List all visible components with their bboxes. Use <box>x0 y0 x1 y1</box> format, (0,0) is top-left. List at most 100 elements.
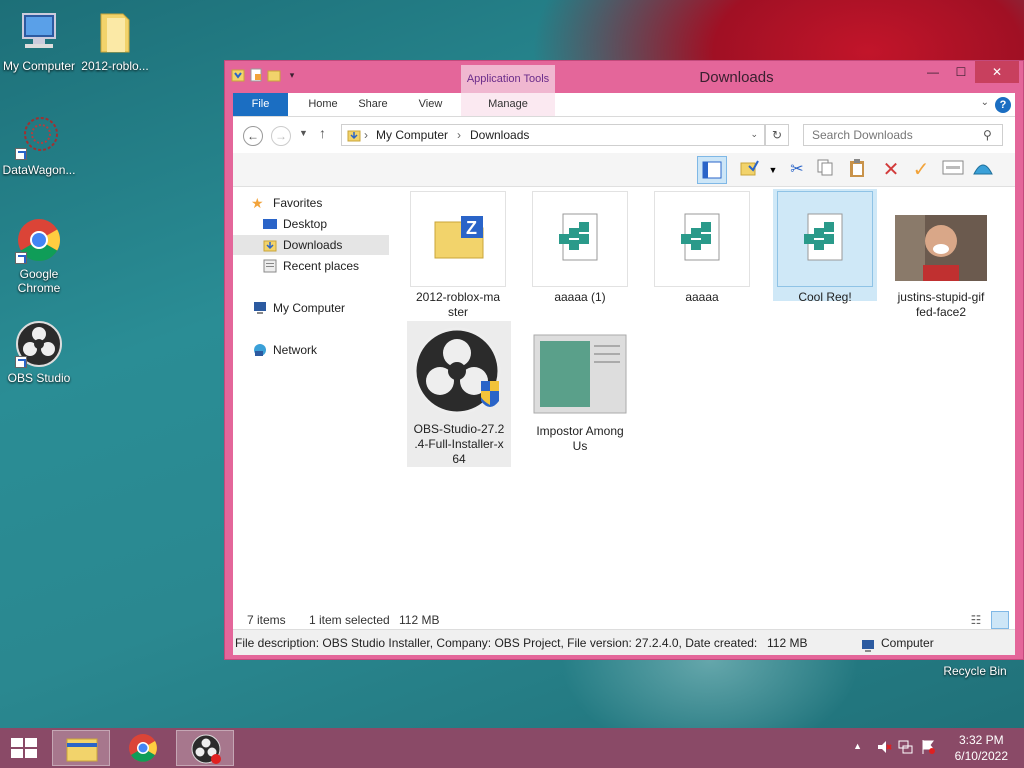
file-item[interactable]: justins-stupid-gif fed-face2 <box>893 191 989 320</box>
close-button[interactable]: ✕ <box>975 61 1019 83</box>
photo-thumbnail <box>893 191 989 287</box>
search-input[interactable]: Search Downloads <box>803 124 1003 146</box>
svg-text:Z: Z <box>466 218 477 238</box>
maximize-button[interactable]: ☐ <box>947 61 975 83</box>
computer-icon <box>253 301 267 315</box>
rename-check-icon[interactable]: ✓ <box>909 158 933 182</box>
details-view-icon[interactable]: ☷ <box>967 611 985 629</box>
up-button[interactable]: ↑ <box>319 125 326 141</box>
large-icons-view-icon[interactable] <box>991 611 1009 629</box>
title-bar[interactable]: ▾ Application Tools Downloads — ☐ ✕ <box>225 61 1023 93</box>
action-center-icon[interactable] <box>920 739 936 758</box>
window-title: Downloads <box>699 69 774 86</box>
shell-icon[interactable] <box>971 158 995 182</box>
nav-network[interactable]: Network <box>233 340 389 360</box>
preview-pane-icon[interactable] <box>697 156 727 184</box>
tab-file[interactable]: File <box>233 93 288 116</box>
tab-manage[interactable]: Manage <box>461 93 555 116</box>
file-size: 112 MB <box>767 636 808 650</box>
show-hidden-icons-button[interactable]: ▲ <box>853 741 862 751</box>
selection-size: 112 MB <box>399 613 440 627</box>
taskbar-chrome[interactable] <box>114 730 172 766</box>
shortcut-arrow-icon <box>15 148 27 160</box>
desktop-icon-label: DataWagon... <box>2 163 76 177</box>
forward-button[interactable]: → <box>271 126 291 146</box>
minimize-button[interactable]: — <box>919 61 947 83</box>
folder-options-icon[interactable] <box>737 158 761 182</box>
nav-my-computer[interactable]: My Computer <box>233 298 389 318</box>
file-name: aaaaa (1) <box>554 290 606 304</box>
file-list: Z 2012-roblox-ma ster aaaaa (1) aaaaa Co… <box>393 187 1015 597</box>
navigation-pane: ★ Favorites Desktop Downloads Recent pla… <box>233 187 393 597</box>
clock[interactable]: 3:32 PM 6/10/2022 <box>955 732 1008 764</box>
breadcrumb-separator-icon: › <box>364 128 368 142</box>
nav-label: Recent places <box>283 259 360 273</box>
file-item[interactable]: Impostor Among Us <box>532 325 628 454</box>
desktop-icon-label: 2012-roblo... <box>81 59 149 73</box>
refresh-button[interactable]: ↻ <box>765 124 789 146</box>
recent-locations-icon[interactable]: ▼ <box>299 128 308 138</box>
address-dropdown-icon[interactable]: ⌄ <box>750 129 758 140</box>
shortcut-arrow-icon <box>15 252 27 264</box>
obs-icon <box>15 320 63 368</box>
taskbar-obs-studio[interactable] <box>176 730 234 766</box>
back-button[interactable]: ← <box>243 126 263 146</box>
file-name: 64 <box>452 452 466 466</box>
chrome-icon <box>15 216 63 264</box>
dropdown-icon[interactable]: ▼ <box>761 158 785 182</box>
clock-date: 6/10/2022 <box>954 749 1008 763</box>
desktop-icon-recycle-bin[interactable]: Recycle Bin <box>936 664 1014 678</box>
file-item[interactable]: aaaaa (1) <box>532 191 628 305</box>
file-item[interactable]: OBS-Studio-27.2 .4-Full-Installer-x 64 <box>407 321 511 467</box>
delete-icon[interactable]: ✕ <box>879 158 903 182</box>
file-item[interactable]: Z 2012-roblox-ma ster <box>410 191 506 320</box>
clock-time: 3:32 PM <box>958 733 1004 747</box>
file-name: 2012-roblox-ma <box>415 290 501 304</box>
volume-muted-icon[interactable] <box>876 739 892 758</box>
datawagon-icon <box>15 112 63 160</box>
ribbon-tabs: File Home Share View Manage ⌄ ? <box>233 93 1015 117</box>
nav-label: Network <box>273 343 318 357</box>
tab-share[interactable]: Share <box>353 93 393 116</box>
breadcrumb-downloads[interactable]: Downloads <box>470 128 529 142</box>
explorer-window: ▾ Application Tools Downloads — ☐ ✕ File… <box>224 60 1024 660</box>
paste-icon[interactable] <box>845 158 869 182</box>
nav-downloads[interactable]: Downloads <box>233 235 389 255</box>
tab-home[interactable]: Home <box>293 93 353 116</box>
obs-installer-icon <box>411 323 507 419</box>
star-icon: ★ <box>251 195 264 211</box>
recent-places-icon <box>263 259 277 273</box>
desktop-icon-google-chrome[interactable]: Google Chrome <box>0 216 78 295</box>
breadcrumb-separator-icon: › <box>457 128 461 142</box>
properties-window-icon[interactable] <box>941 158 965 182</box>
taskbar-file-explorer[interactable] <box>52 730 110 766</box>
desktop-icon-datawagon[interactable]: DataWagon... <box>0 112 78 177</box>
tab-view[interactable]: View <box>408 93 453 116</box>
desktop-icon <box>263 217 277 231</box>
network-status-icon[interactable] <box>898 739 914 758</box>
nav-desktop[interactable]: Desktop <box>233 214 389 234</box>
desktop-icon-2012-roblox[interactable]: 2012-roblo... <box>76 8 154 73</box>
search-icon: ⚲ <box>983 128 992 142</box>
downloads-folder-icon <box>347 128 361 145</box>
start-button[interactable] <box>0 730 48 766</box>
expand-ribbon-icon[interactable]: ⌄ <box>981 97 989 108</box>
file-item-selected[interactable]: Cool Reg! <box>773 189 877 304</box>
details-bar: File description: OBS Studio Installer, … <box>233 629 1015 655</box>
location-label: Computer <box>881 636 934 650</box>
cut-icon[interactable]: ✂ <box>785 158 809 182</box>
address-field[interactable]: › My Computer › Downloads ⌄ <box>341 124 765 146</box>
help-button[interactable]: ? <box>995 97 1011 113</box>
file-name: Impostor Among <box>536 424 624 438</box>
copy-icon[interactable] <box>813 158 837 182</box>
item-count: 7 items <box>247 613 286 627</box>
file-item[interactable]: aaaaa <box>654 191 750 305</box>
desktop-icon-my-computer[interactable]: My Computer <box>0 8 78 73</box>
desktop-icon-label: Google Chrome <box>17 267 61 295</box>
command-toolbar: ▼ ✂ ✕ ✓ <box>233 153 1015 187</box>
nav-favorites[interactable]: ★ Favorites <box>233 193 389 213</box>
nav-recent-places[interactable]: Recent places <box>233 256 389 276</box>
desktop-icon-obs-studio[interactable]: OBS Studio <box>0 320 78 385</box>
nav-label: Desktop <box>283 217 328 231</box>
breadcrumb-my-computer[interactable]: My Computer <box>376 128 448 142</box>
